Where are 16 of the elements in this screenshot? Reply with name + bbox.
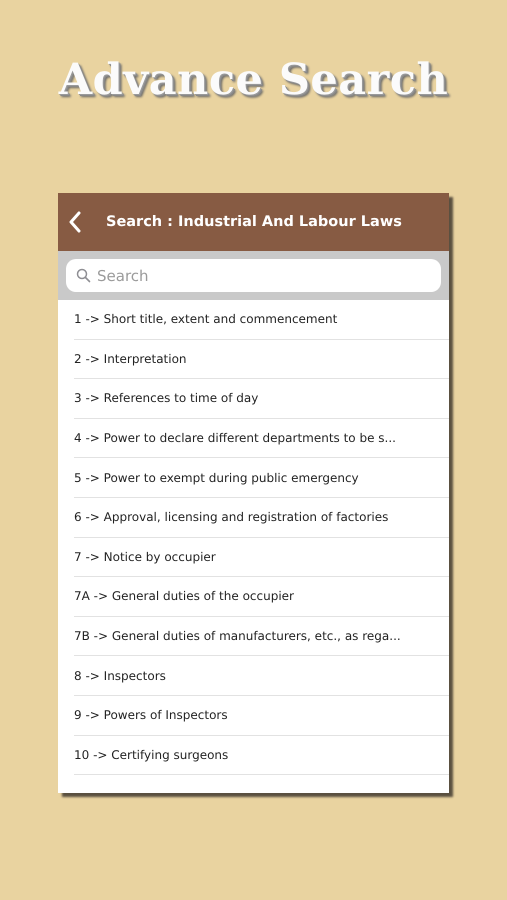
list-item[interactable]: 7 -> Notice by occupier — [74, 538, 449, 578]
list-item[interactable]: 10 -> Certifying surgeons — [74, 736, 449, 776]
list-item[interactable]: 2 -> Interpretation — [74, 340, 449, 380]
list-item[interactable]: 5 -> Power to exempt during public emergency — [74, 458, 449, 498]
list-item[interactable]: 1 -> Short title, extent and commencement — [74, 300, 449, 340]
list-item[interactable]: 8 -> Inspectors — [74, 656, 449, 696]
list-item[interactable]: 6 -> Approval, licensing and registration of factories — [74, 498, 449, 538]
page-title: Advance Search — [58, 54, 448, 107]
list-item[interactable]: 7A -> General duties of the occupier — [74, 577, 449, 617]
list-item[interactable]: 9 -> Powers of Inspectors — [74, 696, 449, 736]
header-title: Search : Industrial And Labour Laws — [106, 214, 402, 230]
back-icon[interactable] — [68, 211, 82, 233]
list-item[interactable]: 4 -> Power to declare different departments to be s... — [74, 418, 449, 458]
list-item[interactable]: 3 -> References to time of day — [74, 379, 449, 419]
search-field[interactable]: Search — [66, 259, 441, 292]
list-item[interactable]: 7B -> General duties of manufacturers, etc., as rega... — [74, 616, 449, 656]
